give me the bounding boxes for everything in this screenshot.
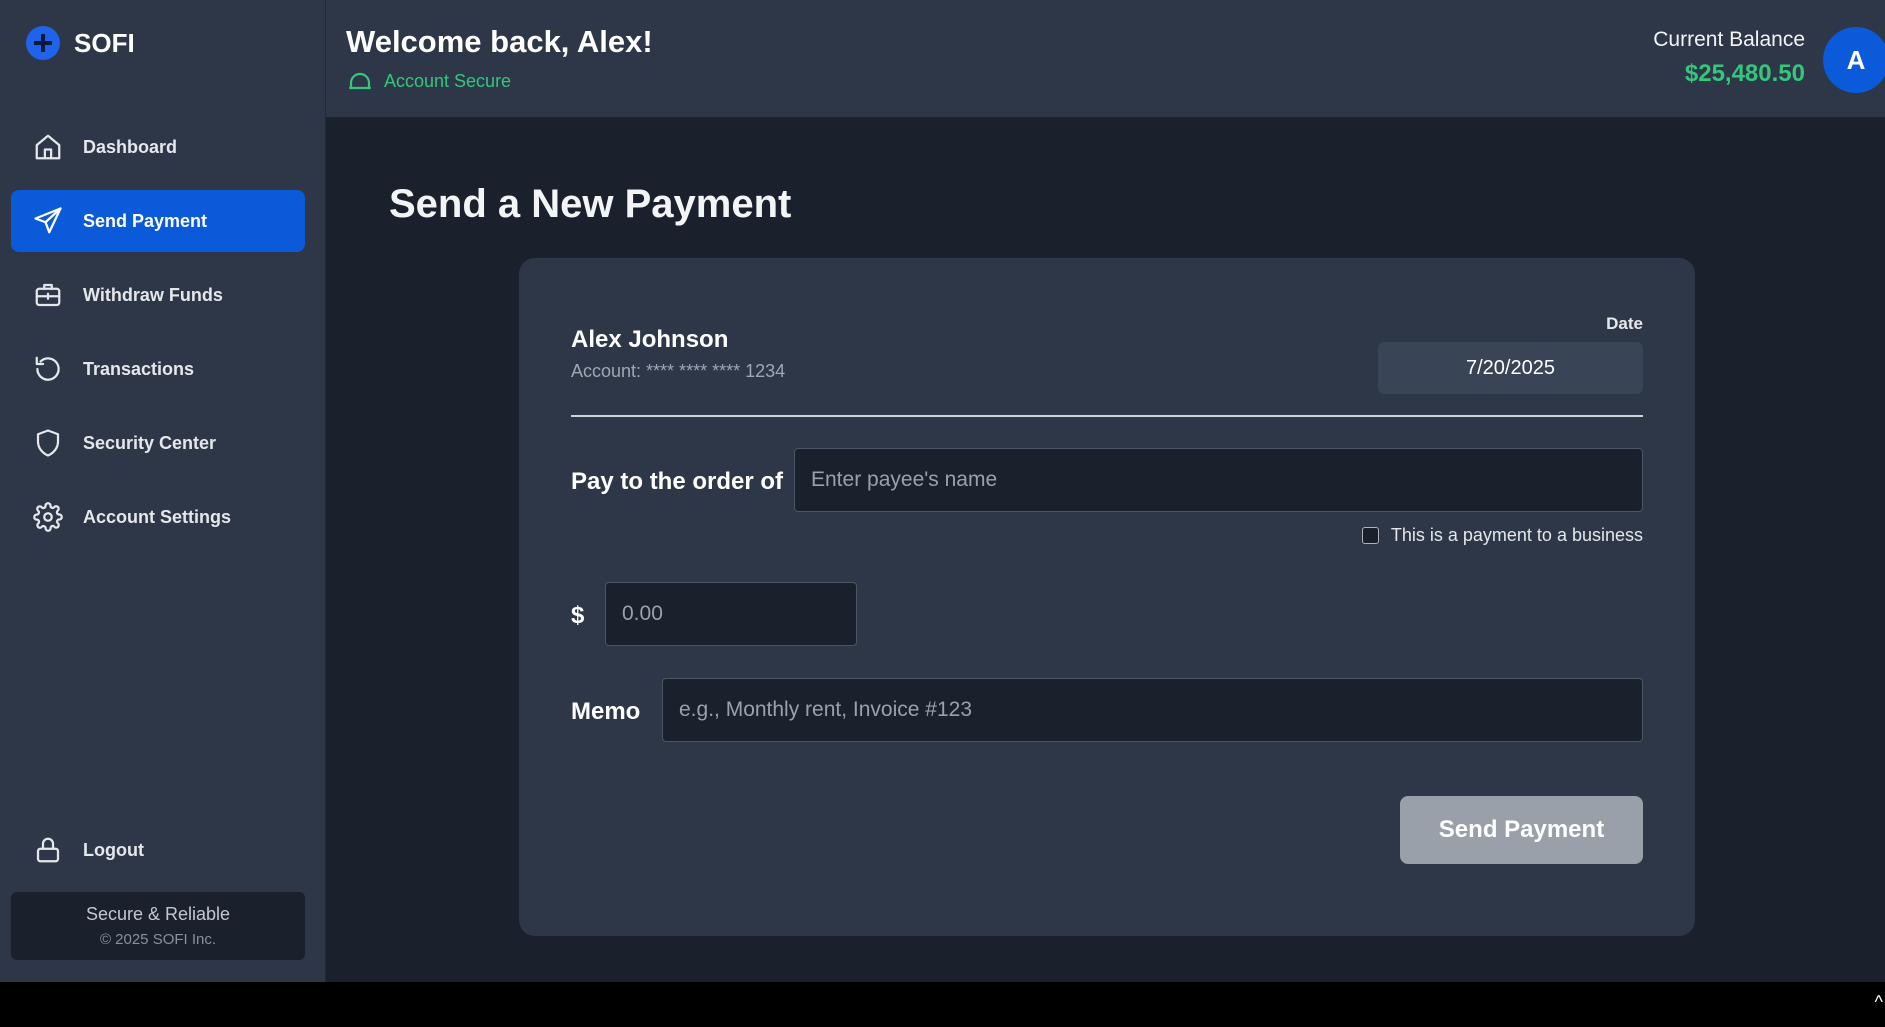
shield-icon [36, 429, 60, 457]
amount-currency-symbol: $ [571, 602, 585, 629]
sidebar-item-label: Send Payment [83, 210, 208, 231]
sidebar-item-transactions[interactable]: Transactions [11, 338, 305, 400]
logout-label: Logout [83, 839, 144, 860]
send-icon [34, 207, 62, 234]
sidebar-item-label: Transactions [83, 358, 195, 379]
welcome-heading: Welcome back, Alex! [346, 24, 653, 59]
secure-badge-icon [348, 72, 372, 90]
business-checkbox-label: This is a payment to a business [1390, 525, 1643, 545]
divider [571, 415, 1643, 417]
payment-form-card: Alex Johnson Account: **** **** **** 123… [519, 258, 1695, 936]
sidebar-item-label: Security Center [83, 432, 217, 453]
sidebar: SOFI Dashboard Send Payment Withdraw Fun… [0, 0, 326, 982]
page-title: Send a New Payment [389, 182, 792, 226]
app-window: SOFI Dashboard Send Payment Withdraw Fun… [0, 0, 1885, 982]
business-checkbox[interactable] [1361, 527, 1379, 544]
memo-label: Memo [571, 698, 641, 725]
footer-tagline: Secure & Reliable [85, 904, 231, 924]
sidebar-item-label: Dashboard [83, 136, 178, 157]
main-content: Welcome back, Alex! Account Secure Curre… [326, 0, 1885, 982]
lock-icon [36, 837, 60, 863]
balance-summary: Current Balance $25,480.50 [1653, 28, 1805, 88]
date-field[interactable]: 7/20/2025 [1378, 342, 1643, 394]
history-icon [35, 356, 60, 381]
amount-input[interactable] [605, 582, 857, 646]
business-payment-option[interactable]: This is a payment to a business [1361, 525, 1643, 546]
sidebar-item-dashboard[interactable]: Dashboard [11, 116, 305, 178]
sidebar-item-security-center[interactable]: Security Center [11, 412, 305, 474]
account-status-text: Account Secure [384, 70, 512, 91]
brand-name: SOFI [74, 27, 135, 58]
payer-account-number: Account: **** **** **** 1234 [571, 361, 786, 381]
gear-icon [33, 502, 63, 532]
brand[interactable]: SOFI [26, 26, 135, 60]
balance-label: Current Balance [1653, 28, 1805, 51]
sidebar-item-label: Account Settings [83, 506, 232, 527]
home-icon [35, 134, 61, 160]
date-label: Date [1606, 314, 1643, 333]
account-status: Account Secure [348, 70, 511, 92]
payer-name: Alex Johnson [571, 326, 729, 353]
payee-input[interactable] [794, 448, 1643, 512]
logout-button[interactable]: Logout [11, 819, 305, 881]
sidebar-item-account-settings[interactable]: Account Settings [11, 486, 305, 548]
memo-input[interactable] [662, 678, 1643, 742]
sidebar-nav: Dashboard Send Payment Withdraw Funds Tr… [11, 116, 305, 560]
avatar[interactable]: A [1823, 27, 1885, 93]
sidebar-item-send-payment[interactable]: Send Payment [11, 190, 305, 252]
plus-circle-icon [26, 26, 60, 60]
bottom-bar: ^ [0, 982, 1885, 1027]
sidebar-footer: Secure & Reliable © 2025 SOFI Inc. [11, 892, 305, 960]
caret-up-icon[interactable]: ^ [1875, 992, 1883, 1013]
top-header: Welcome back, Alex! Account Secure Curre… [326, 0, 1885, 117]
sidebar-item-label: Withdraw Funds [83, 284, 223, 305]
briefcase-icon [35, 283, 61, 307]
payee-label: Pay to the order of [571, 468, 784, 495]
footer-copyright: © 2025 SOFI Inc. [99, 931, 217, 948]
send-payment-button[interactable]: Send Payment [1400, 796, 1643, 864]
sidebar-item-withdraw-funds[interactable]: Withdraw Funds [11, 264, 305, 326]
balance-value: $25,480.50 [1684, 60, 1805, 87]
